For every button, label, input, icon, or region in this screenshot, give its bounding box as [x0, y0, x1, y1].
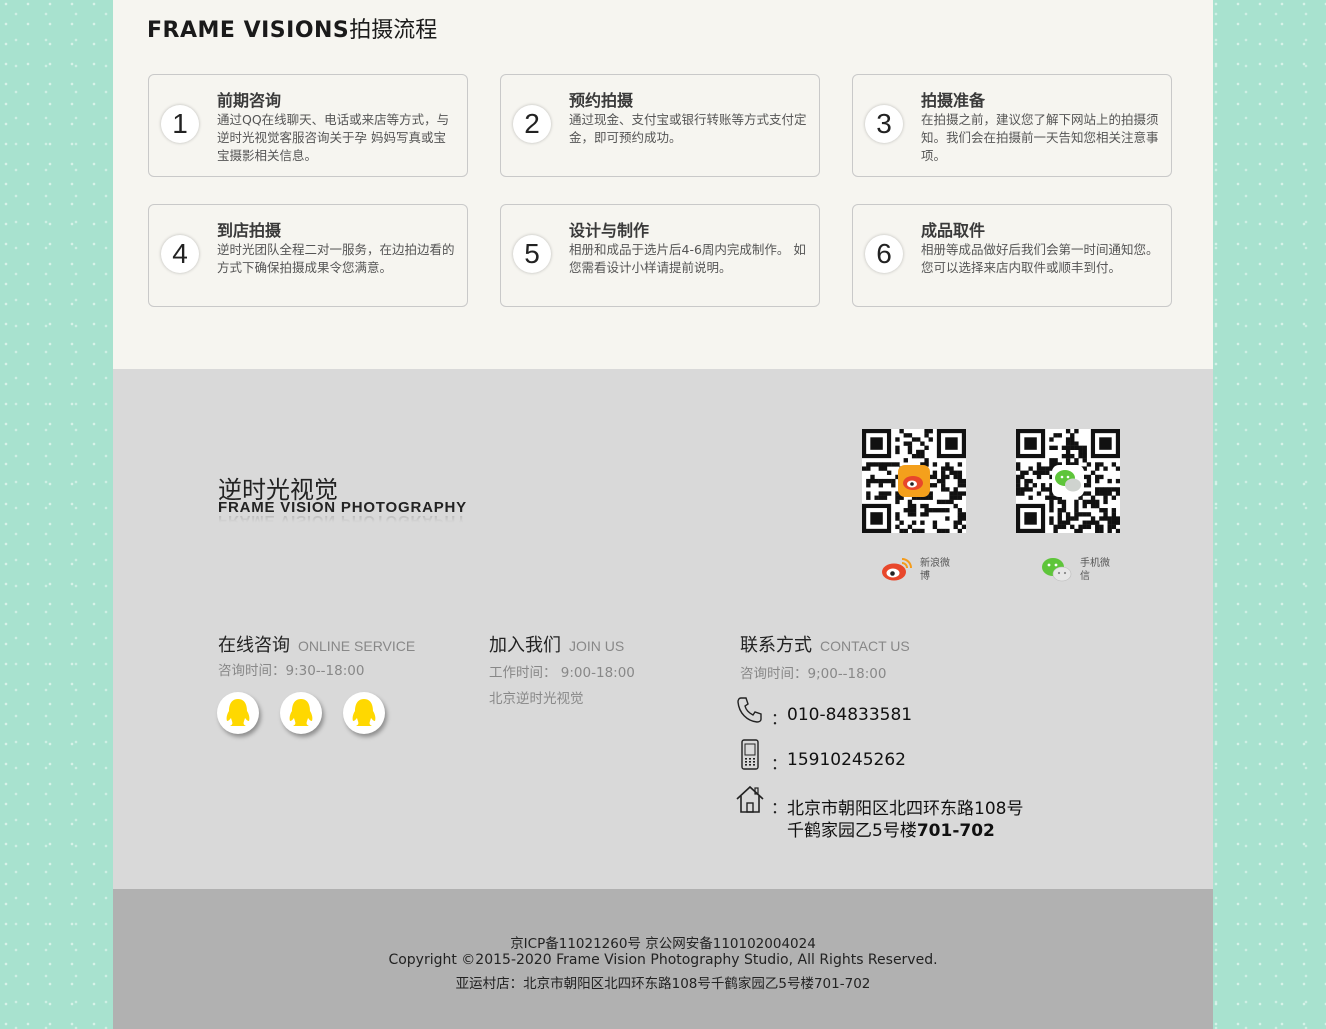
step-description: 相册等成品做好后我们会第一时间通知您。您可以选择来店内取件或顺丰到付。 — [921, 242, 1159, 275]
contact-mobile[interactable]: 15910245262 — [787, 750, 906, 770]
qq-button-2[interactable] — [280, 692, 322, 734]
join-title-en: JOIN US — [569, 638, 625, 654]
qq-icon — [352, 699, 376, 726]
step-number: 1 — [161, 105, 199, 143]
online-hours: 咨询时间：9:30--18:00 — [218, 663, 365, 679]
mobile-colon: ： — [771, 754, 788, 773]
process-title-en: FRAME VISIONS — [147, 18, 350, 43]
step-description: 逆时光团队全程二对一服务，在边拍边看的方式下确保拍摄成果令您满意。 — [217, 242, 455, 275]
step-title: 设计与制作 — [569, 221, 650, 240]
qq-icon — [289, 699, 313, 726]
copyright-bar: 京ICP备11021260号 京公网安备110102004024 Copyrig… — [113, 889, 1213, 1029]
step-description: 通过QQ在线聊天、电话或来店等方式，与逆时光视觉客服咨询关于孕 妈妈写真或宝宝摄… — [217, 112, 450, 163]
store-address: 亚运村店：北京市朝阳区北四环东路108号千鹤家园乙5号楼701-702 — [455, 976, 871, 992]
address-colon: ： — [771, 798, 788, 817]
weibo-icon — [882, 558, 912, 581]
brand-name-en: FRAME VISION PHOTOGRAPHY — [218, 499, 467, 516]
page: FRAME VISIONS拍摄流程 1 前期咨询 通过QQ在线聊天、电话或来店等… — [113, 0, 1213, 1029]
process-step-3: 3 拍摄准备 在拍摄之前，建议您了解下网站上的拍摄须知。我们会在拍摄前一天告知您… — [852, 74, 1172, 177]
contact-hours: 咨询时间：9;00--18:00 — [740, 666, 887, 682]
step-title: 到店拍摄 — [217, 221, 282, 240]
online-title-zh: 在线咨询 — [218, 635, 290, 656]
step-description: 在拍摄之前，建议您了解下网站上的拍摄须知。我们会在拍摄前一天告知您相关注意事项。 — [921, 112, 1159, 163]
step-description: 通过现金、支付宝或银行转账等方式支付定金，即可预约成功。 — [569, 112, 807, 145]
wechat-icon — [1042, 558, 1072, 582]
address-building: 千鹤家园乙5号楼 — [787, 821, 917, 841]
online-title-en: ONLINE SERVICE — [298, 638, 416, 654]
step-title: 成品取件 — [921, 221, 986, 240]
weibo-caption-text: 新浪微博 — [920, 558, 950, 582]
home-icon — [736, 785, 764, 813]
process-step-4: 4 到店拍摄 逆时光团队全程二对一服务，在边拍边看的方式下确保拍摄成果令您满意。 — [148, 204, 468, 307]
phone-colon: ： — [771, 709, 788, 728]
address-room: 701-702 — [916, 821, 995, 841]
step-title: 前期咨询 — [217, 91, 282, 110]
qq-button-3[interactable] — [343, 692, 385, 734]
step-title: 拍摄准备 — [921, 91, 986, 110]
join-us-title: 加入我们 JOIN US — [489, 631, 624, 657]
contact-title-en: CONTACT US — [820, 638, 910, 654]
step-number: 4 — [161, 235, 199, 273]
process-step-1: 1 前期咨询 通过QQ在线聊天、电话或来店等方式，与逆时光视觉客服咨询关于孕 妈… — [148, 74, 468, 177]
process-step-6: 6 成品取件 相册等成品做好后我们会第一时间通知您。您可以选择来店内取件或顺丰到… — [852, 204, 1172, 307]
contact-title-zh: 联系方式 — [740, 635, 812, 656]
step-number: 5 — [513, 235, 551, 273]
contact-us-title: 联系方式 CONTACT US — [740, 631, 910, 657]
weibo-icon — [898, 465, 930, 497]
step-number: 3 — [865, 105, 903, 143]
step-number: 2 — [513, 105, 551, 143]
contact-address-line2: 千鹤家园乙5号楼701-702 — [787, 816, 995, 841]
process-title: FRAME VISIONS拍摄流程 — [147, 12, 437, 44]
join-company-name: 北京逆时光视觉 — [489, 691, 584, 707]
join-title-zh: 加入我们 — [489, 635, 561, 656]
process-title-zh: 拍摄流程 — [349, 18, 438, 43]
icp-record[interactable]: 京ICP备11021260号 京公网安备110102004024 — [113, 932, 1213, 952]
footer-info: 逆时光视觉 FRAME VISION PHOTOGRAPHY 新浪微博 手机微信… — [113, 369, 1213, 889]
phone-icon — [737, 697, 762, 723]
process-section: FRAME VISIONS拍摄流程 1 前期咨询 通过QQ在线聊天、电话或来店等… — [113, 0, 1213, 369]
process-step-5: 5 设计与制作 相册和成品于选片后4-6周内完成制作。 如您需看设计小样请提前说… — [500, 204, 820, 307]
step-number: 6 — [865, 235, 903, 273]
online-service-title: 在线咨询 ONLINE SERVICE — [218, 631, 415, 657]
qq-button-1[interactable] — [217, 692, 259, 734]
step-description: 相册和成品于选片后4-6周内完成制作。 如您需看设计小样请提前说明。 — [569, 242, 806, 275]
qq-icon — [226, 699, 250, 726]
weibo-caption[interactable]: 新浪微博 — [880, 555, 950, 585]
copyright-text: Copyright ©2015-2020 Frame Vision Photog… — [388, 952, 938, 968]
process-step-2: 2 预约拍摄 通过现金、支付宝或银行转账等方式支付定金，即可预约成功。 — [500, 74, 820, 177]
wechat-qr-code — [1016, 429, 1120, 533]
wechat-icon — [1052, 465, 1084, 497]
mobile-phone-icon — [741, 739, 759, 770]
wechat-caption-text: 手机微信 — [1080, 558, 1110, 582]
join-hours: 工作时间： 9:00-18:00 — [489, 665, 635, 681]
wechat-caption[interactable]: 手机微信 — [1040, 555, 1110, 585]
weibo-qr-code — [862, 429, 966, 533]
step-title: 预约拍摄 — [569, 91, 634, 110]
contact-phone[interactable]: 010-84833581 — [787, 705, 912, 725]
